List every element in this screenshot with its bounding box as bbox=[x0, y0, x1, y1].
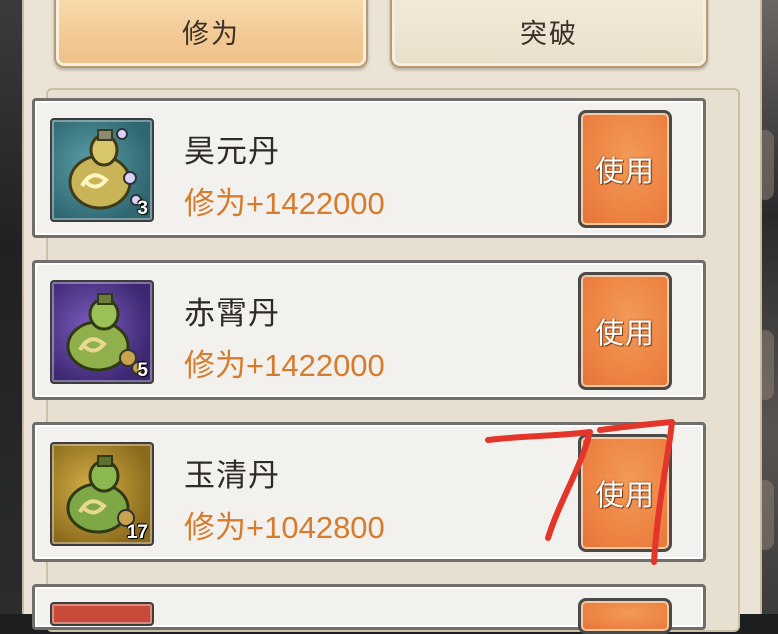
item-icon-yuqing[interactable]: 17 bbox=[50, 442, 154, 546]
item-effect: 修为+1042800 bbox=[184, 510, 385, 545]
tab-cultivation[interactable]: 修为 bbox=[54, 0, 368, 68]
item-count: 5 bbox=[137, 360, 148, 381]
item-icon-partial[interactable] bbox=[50, 602, 154, 626]
item-count: 3 bbox=[137, 198, 148, 219]
item-icon-chixiao[interactable]: 5 bbox=[50, 280, 154, 384]
item-effect: 修为+1422000 bbox=[184, 186, 385, 221]
item-icon-haoyuan[interactable]: 3 bbox=[50, 118, 154, 222]
use-button-partial[interactable] bbox=[578, 598, 672, 634]
item-name: 昊元丹 bbox=[184, 134, 280, 170]
item-count: 17 bbox=[126, 522, 148, 543]
tab-cultivation-label: 修为 bbox=[182, 18, 240, 50]
item-name: 赤霄丹 bbox=[184, 296, 280, 332]
use-button-chixiao[interactable]: 使用 bbox=[578, 272, 672, 390]
tab-breakthrough[interactable]: 突破 bbox=[390, 0, 708, 68]
item-effect: 修为+1422000 bbox=[184, 348, 385, 383]
use-button-yuqing[interactable]: 使用 bbox=[578, 434, 672, 552]
use-button-label: 使用 bbox=[594, 154, 655, 188]
use-button-label: 使用 bbox=[594, 478, 655, 512]
use-button-label: 使用 bbox=[594, 316, 655, 350]
item-name: 玉清丹 bbox=[184, 458, 280, 494]
use-button-haoyuan[interactable]: 使用 bbox=[578, 110, 672, 228]
tab-breakthrough-label: 突破 bbox=[520, 18, 578, 50]
